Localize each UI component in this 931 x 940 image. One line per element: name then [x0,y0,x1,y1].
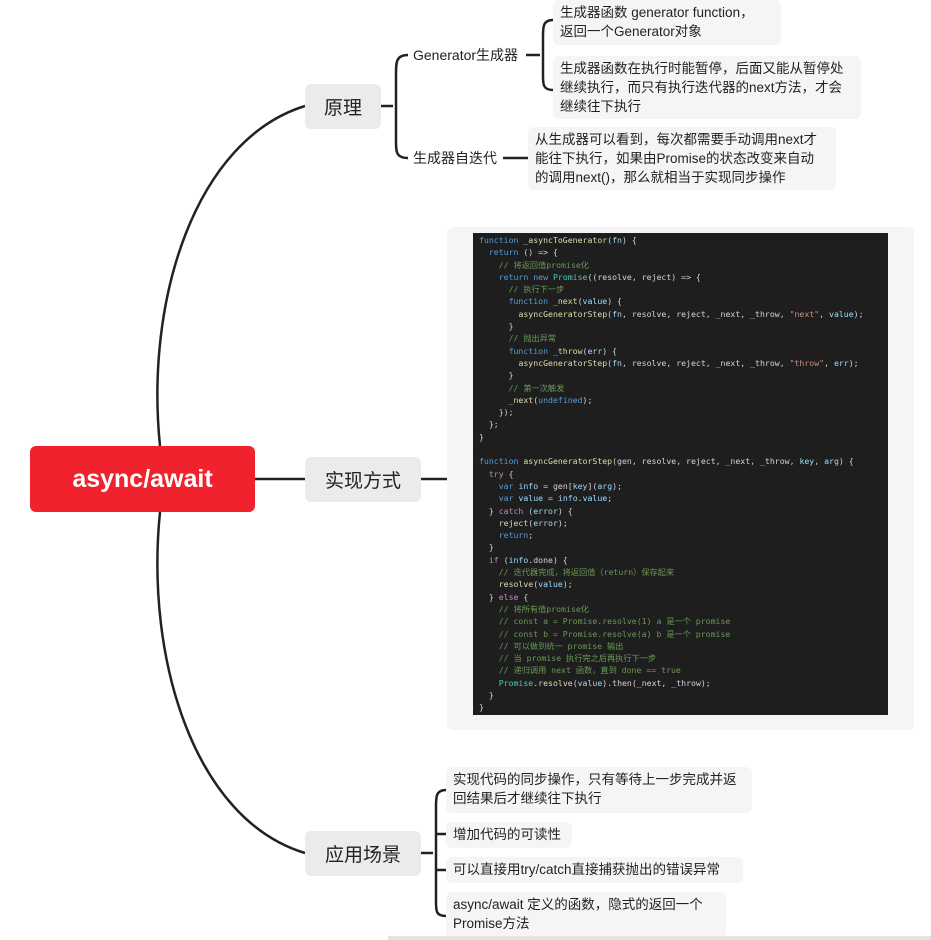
note-auto-iteration[interactable]: 从生成器可以看到，每次都需要手动调用next才 能往下执行，如果由Promise… [528,127,836,190]
scenario-try-catch[interactable]: 可以直接用try/catch直接捕获抛出的错误异常 [446,857,743,883]
code-line: if (info.done) { [488,554,568,565]
branch-principle[interactable]: 原理 [305,84,381,129]
note-line: 继续执行，而只有执行迭代器的next方法，才会 [560,80,843,95]
code-line: function _asyncToGenerator(fn) { [479,235,637,245]
root-node[interactable]: async/await [30,446,255,512]
code-line: try { [488,468,514,479]
code-line: return; [498,530,534,541]
code-line: asyncGeneratorStep(fn, resolve, reject, … [518,357,859,368]
code-line: // 可以做到统一 promise 输出 [498,640,624,651]
note-generator-function[interactable]: 生成器函数 generator function， 返回一个Generator对… [553,0,781,45]
scenario-line: async/await 定义的函数，隐式的返回一个 [453,897,703,912]
code-line: } catch (error) { [479,505,573,516]
code-line: // 执行下一步 [508,284,565,295]
code-line: Promise.resolve(value).then(_next, _thro… [498,677,711,688]
scenario-line: 增加代码的可读性 [453,827,561,842]
bracket-scenarios [434,788,447,918]
scenario-sync-operation[interactable]: 实现代码的同步操作，只有等待上一步完成并返 回结果后才继续往下执行 [446,767,752,813]
code-line: function _throw(err) { [508,345,618,356]
note-line: 的调用next()，那么就相当于实现同步操作 [535,170,786,185]
code-line: // const b = Promise.resolve(a) b 是一个 pr… [498,628,731,639]
code-line: } [479,702,484,713]
code-line: function asyncGeneratorStep(gen, resolve… [479,456,854,467]
note-generator-pause[interactable]: 生成器函数在执行时能暂停，后面又能从暂停处 继续执行，而只有执行迭代器的next… [553,56,861,119]
code-line: } [479,321,514,332]
code-line: // 迭代器完成，将返回值（return）保存起来 [498,567,675,578]
code-line: // 第一次触发 [508,382,565,393]
code-line: // 将返回值promise化 [498,259,589,270]
code-line: reject(error); [498,517,568,528]
note-line: 返回一个Generator对象 [560,24,702,39]
branch-scenarios[interactable]: 应用场景 [305,831,421,876]
subtopic-auto-iteration[interactable]: 生成器自迭代 [409,147,501,169]
note-line: 能往下执行，如果由Promise的状态改变来自动 [535,151,815,166]
horizontal-scrollbar[interactable] [388,936,931,940]
code-line: function _next(value) { [508,296,622,307]
code-block: function _asyncToGenerator(fn) { return … [473,233,888,715]
note-line: 继续往下执行 [560,99,641,114]
scenario-line: 可以直接用try/catch直接捕获抛出的错误异常 [453,862,721,877]
code-line: } [479,542,494,553]
code-line: resolve(value); [498,579,573,590]
code-line: } else { [479,591,529,602]
code-line: asyncGeneratorStep(fn, resolve, reject, … [518,308,864,319]
code-line: _next(undefined); [508,394,593,405]
bracket-generator [541,18,554,92]
note-line: 生成器函数在执行时能暂停，后面又能从暂停处 [560,61,844,76]
scenario-line: Promise方法 [453,916,530,931]
code-line: var info = gen[key](arg); [498,480,622,491]
subtopic-generator[interactable]: Generator生成器 [409,44,523,66]
code-text: function _asyncToGenerator(fn) { return … [473,233,888,714]
scenario-line: 实现代码的同步操作，只有等待上一步完成并返 [453,772,737,787]
code-line: } [479,370,514,381]
code-line: } [479,431,484,442]
connector-root-scenarios [156,511,306,855]
connector-root-principle [156,104,306,447]
code-line: // 抛出异常 [508,333,557,344]
scenario-line: 回结果后才继续往下执行 [453,791,602,806]
branch-implementation[interactable]: 实现方式 [305,457,421,502]
scenario-readability[interactable]: 增加代码的可读性 [446,822,572,848]
code-line: return () => { [488,247,558,258]
code-line: }; [479,419,499,430]
code-line: return new Promise((resolve, reject) => … [498,271,701,282]
code-line: } [479,689,494,700]
code-line: // const a = Promise.resolve(1) a 是一个 pr… [498,616,731,627]
code-line: // 将所有值promise化 [498,603,589,614]
code-line: }); [479,407,514,418]
code-line: // 当 promise 执行完之后再执行下一步 [498,653,657,664]
code-line: // 递归调用 next 函数，直到 done == true [498,665,681,676]
note-line: 从生成器可以看到，每次都需要手动调用next才 [535,132,818,147]
note-line: 生成器函数 generator function， [560,5,754,20]
bracket-principle [394,53,409,160]
scenario-implicit-promise[interactable]: async/await 定义的函数，隐式的返回一个 Promise方法 [446,892,726,938]
code-line: var value = info.value; [498,493,613,504]
